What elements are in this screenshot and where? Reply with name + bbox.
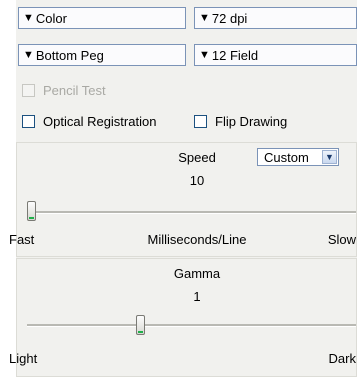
color-mode-dropdown[interactable]: ▼ Color (18, 7, 186, 29)
speed-units-label: Milliseconds/Line (147, 232, 247, 247)
speed-slider-thumb[interactable] (27, 201, 36, 221)
checkbox-box (22, 84, 35, 97)
speed-slider-track[interactable] (27, 211, 356, 214)
field-value: 12 Field (211, 47, 259, 63)
speed-min-label: Fast (9, 232, 35, 247)
gamma-min-label: Light (9, 351, 38, 366)
speed-preset-select[interactable]: Custom ▼ (257, 148, 339, 166)
dropdown-arrow-icon: ▼ (23, 11, 34, 24)
pencil-test-label: Pencil Test (43, 83, 106, 98)
optical-registration-label: Optical Registration (43, 114, 157, 129)
color-mode-value: Color (35, 10, 67, 26)
dropdown-arrow-icon: ▼ (199, 11, 210, 24)
dropdown-arrow-icon: ▼ (199, 48, 210, 61)
checkbox-box[interactable] (22, 115, 35, 128)
gamma-group: Gamma 1 Light Dark (9, 258, 357, 377)
scan-settings-panel: ▼ Color ▼ 72 dpi ▼ Bottom Peg ▼ 12 Field… (9, 0, 357, 377)
speed-value: 10 (189, 173, 205, 188)
dropdown-arrow-icon: ▼ (23, 48, 34, 61)
speed-max-label: Slow (327, 232, 356, 247)
field-dropdown[interactable]: ▼ 12 Field (194, 44, 357, 66)
gamma-max-label: Dark (328, 351, 356, 366)
chevron-down-icon[interactable]: ▼ (322, 150, 337, 164)
optical-registration-checkbox[interactable]: Optical Registration (22, 114, 156, 129)
checkbox-box[interactable] (194, 115, 207, 128)
resolution-dropdown[interactable]: ▼ 72 dpi (194, 7, 357, 29)
pencil-test-checkbox: Pencil Test (22, 83, 106, 98)
speed-group: Speed Custom ▼ 10 Fast Milliseconds/Line… (9, 142, 357, 257)
speed-preset-value: Custom (264, 149, 309, 165)
gamma-slider-thumb[interactable] (135, 315, 145, 335)
resolution-value: 72 dpi (211, 10, 248, 26)
gamma-label: Gamma (173, 266, 221, 281)
speed-label: Speed (178, 150, 216, 165)
flip-drawing-checkbox[interactable]: Flip Drawing (194, 114, 287, 129)
peg-value: Bottom Peg (35, 47, 104, 63)
gamma-value: 1 (193, 289, 201, 304)
peg-dropdown[interactable]: ▼ Bottom Peg (18, 44, 186, 66)
gamma-slider-track[interactable] (27, 324, 356, 327)
flip-drawing-label: Flip Drawing (215, 114, 288, 129)
